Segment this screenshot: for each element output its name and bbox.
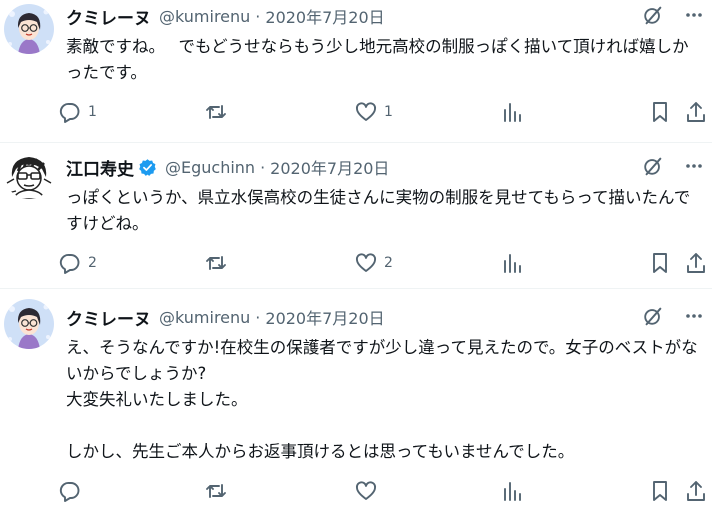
reply-count: 2 — [88, 255, 97, 271]
tweet-3[interactable]: クミレーヌ @kumirenu · 2020年7月20日 え、そうなんですか!在… — [0, 288, 712, 514]
like-button[interactable]: 1 — [354, 98, 393, 126]
reply-button[interactable] — [58, 477, 88, 505]
bookmark-button[interactable] — [648, 249, 672, 277]
grok-icon[interactable] — [642, 305, 664, 327]
views-button[interactable] — [500, 98, 524, 126]
author-handle[interactable]: @Eguchinn — [165, 158, 255, 177]
verified-badge-icon — [138, 158, 157, 177]
reply-count: 1 — [88, 104, 97, 120]
bookmark-icon — [648, 100, 672, 124]
bookmark-icon — [648, 479, 672, 503]
reply-button[interactable]: 1 — [58, 98, 97, 126]
retweet-icon — [204, 100, 228, 124]
timestamp[interactable]: 2020年7月20日 — [265, 4, 384, 28]
author-name[interactable]: クミレーヌ — [66, 4, 151, 29]
action-bar: 2 2 — [58, 249, 705, 277]
bookmark-button[interactable] — [648, 98, 672, 126]
retweet-button[interactable] — [204, 477, 234, 505]
reply-icon — [58, 100, 82, 124]
like-button[interactable] — [354, 477, 384, 505]
more-icon[interactable] — [684, 5, 704, 25]
tweet-text: え、そうなんですか!在校生の保護者ですが少し違って見えたので。女子のベストがない… — [66, 338, 698, 461]
share-icon — [684, 251, 708, 275]
separator: · — [255, 6, 261, 26]
like-icon — [354, 479, 378, 503]
tweet-text: 素敵ですね。 でもどうせならもう少し地元高校の制服っぽく描いて頂ければ嬉しかった… — [66, 37, 689, 82]
like-count: 1 — [384, 104, 393, 120]
bookmark-button[interactable] — [648, 477, 672, 505]
retweet-button[interactable] — [204, 98, 234, 126]
separator: · — [260, 157, 266, 177]
reply-button[interactable]: 2 — [58, 249, 97, 277]
grok-icon[interactable] — [642, 4, 664, 26]
share-button[interactable] — [684, 98, 708, 126]
views-icon — [500, 251, 524, 275]
more-icon[interactable] — [684, 156, 704, 176]
tweet-2[interactable]: 江口寿史 @Eguchinn · 2020年7月20日 っぽくというか、県立水俣… — [0, 142, 712, 288]
action-bar: 1 1 — [58, 98, 705, 126]
avatar[interactable] — [4, 4, 54, 54]
like-count: 2 — [384, 255, 393, 271]
share-button[interactable] — [684, 249, 708, 277]
author-handle[interactable]: @kumirenu — [159, 308, 250, 327]
reply-icon — [58, 479, 82, 503]
avatar[interactable] — [4, 299, 54, 349]
timestamp[interactable]: 2020年7月20日 — [265, 305, 384, 329]
tweet-text: っぽくというか、県立水俣高校の生徒さんに実物の制服を見せてもらって描いたんですけ… — [66, 188, 691, 233]
reply-icon — [58, 251, 82, 275]
views-icon — [500, 479, 524, 503]
share-icon — [684, 479, 708, 503]
retweet-button[interactable] — [204, 249, 234, 277]
bookmark-icon — [648, 251, 672, 275]
views-button[interactable] — [500, 477, 524, 505]
retweet-icon — [204, 251, 228, 275]
author-handle[interactable]: @kumirenu — [159, 7, 250, 26]
tweet-1[interactable]: クミレーヌ @kumirenu · 2020年7月20日 素敵ですね。 でもどう… — [0, 0, 712, 142]
views-button[interactable] — [500, 249, 524, 277]
views-icon — [500, 100, 524, 124]
retweet-icon — [204, 479, 228, 503]
separator: · — [255, 307, 261, 327]
more-icon[interactable] — [684, 306, 704, 326]
grok-icon[interactable] — [642, 155, 664, 177]
author-name[interactable]: 江口寿史 — [66, 155, 134, 180]
author-name[interactable]: クミレーヌ — [66, 305, 151, 330]
action-bar — [58, 477, 705, 505]
like-button[interactable]: 2 — [354, 249, 393, 277]
timestamp[interactable]: 2020年7月20日 — [270, 155, 389, 179]
avatar[interactable] — [4, 149, 54, 199]
like-icon — [354, 251, 378, 275]
share-button[interactable] — [684, 477, 708, 505]
like-icon — [354, 100, 378, 124]
share-icon — [684, 100, 708, 124]
